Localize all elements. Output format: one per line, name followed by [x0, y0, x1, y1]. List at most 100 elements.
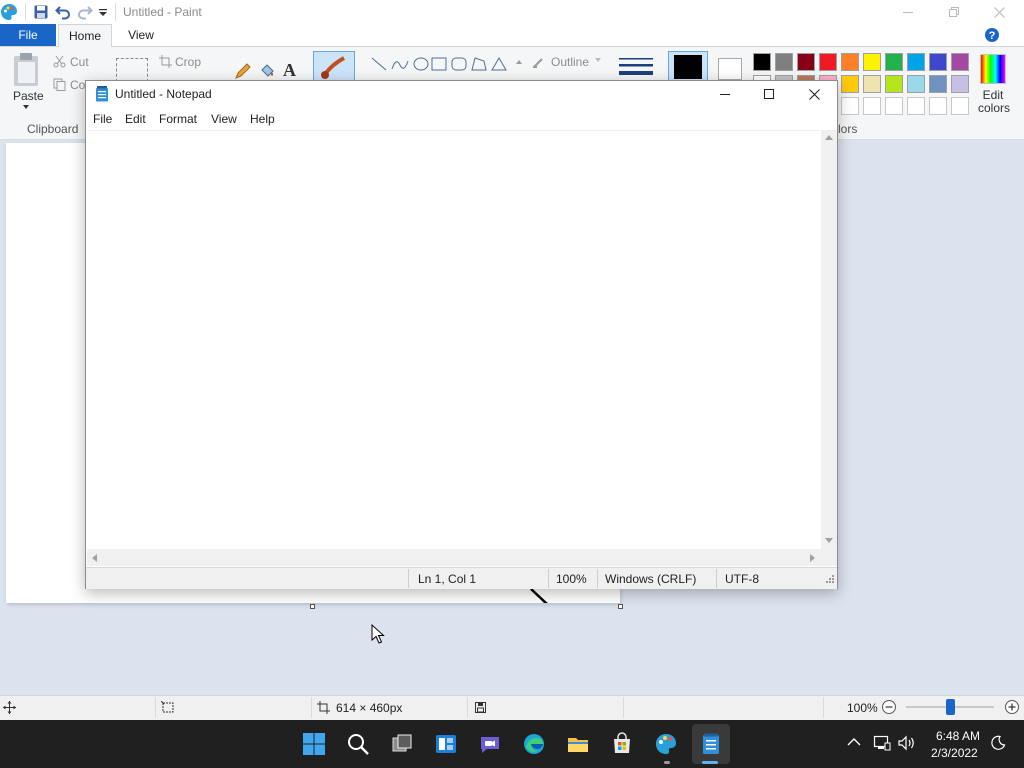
scroll-down-icon[interactable] [825, 538, 833, 544]
tab-home[interactable]: Home [58, 24, 112, 47]
file-explorer-icon[interactable] [564, 730, 592, 758]
volume-icon[interactable] [898, 735, 916, 751]
vertical-scrollbar[interactable] [821, 130, 837, 549]
menu-help[interactable]: Help [250, 112, 275, 126]
color-1-button[interactable] [668, 51, 708, 83]
widgets-icon[interactable] [432, 730, 460, 758]
status-divider [823, 697, 824, 718]
zoom-in-button[interactable] [1004, 699, 1020, 715]
color-swatch[interactable] [929, 53, 947, 71]
network-icon[interactable] [873, 735, 891, 751]
line-size-icon[interactable] [619, 56, 653, 80]
color-swatch[interactable] [775, 53, 793, 71]
scrollbar-corner [821, 549, 837, 566]
color-swatch[interactable] [907, 75, 925, 93]
status-divider [623, 697, 624, 718]
custom-color-slot[interactable] [841, 97, 859, 115]
paint-close-button[interactable] [976, 0, 1022, 24]
fill-bucket-icon[interactable] [258, 62, 276, 80]
zoom-level-text: 100% [847, 701, 878, 715]
start-button[interactable] [300, 730, 328, 758]
color-swatch[interactable] [885, 53, 903, 71]
save-icon[interactable] [33, 4, 49, 20]
redo-icon[interactable] [77, 4, 93, 20]
mouse-cursor-icon [371, 624, 385, 644]
custom-color-slot[interactable] [907, 97, 925, 115]
zoom-out-button[interactable] [881, 699, 897, 715]
color-swatch[interactable] [863, 53, 881, 71]
notepad-app-icon[interactable] [95, 86, 109, 102]
custom-color-slot[interactable] [885, 97, 903, 115]
show-hidden-icons-icon[interactable] [847, 737, 861, 747]
custom-color-slot[interactable] [929, 97, 947, 115]
paint-restore-button[interactable] [931, 0, 977, 24]
paste-button[interactable]: Paste [13, 89, 44, 103]
scroll-right-icon[interactable] [810, 554, 816, 562]
color-swatch[interactable] [841, 53, 859, 71]
paint-taskbar-icon[interactable] [652, 730, 680, 758]
color-swatch[interactable] [863, 75, 881, 93]
color-swatch[interactable] [753, 53, 771, 71]
clock-time[interactable]: 6:48 AM [936, 729, 980, 743]
horizontal-scrollbar[interactable] [87, 549, 821, 566]
color-swatch[interactable] [819, 53, 837, 71]
color-swatch[interactable] [841, 75, 859, 93]
cursor-position-text: Ln 1, Col 1 [418, 572, 477, 586]
paste-icon[interactable] [12, 52, 42, 88]
notepad-close-button[interactable] [791, 81, 837, 107]
resize-grip-icon[interactable] [825, 574, 835, 584]
color-2-button[interactable] [718, 58, 742, 80]
canvas-resize-handle-corner[interactable] [618, 604, 623, 609]
shapes-gallery[interactable] [370, 55, 510, 77]
microsoft-store-icon[interactable] [608, 730, 636, 758]
brushes-button[interactable] [313, 51, 355, 81]
color-swatch[interactable] [885, 75, 903, 93]
menu-format[interactable]: Format [159, 112, 197, 126]
search-icon[interactable] [344, 730, 372, 758]
help-icon[interactable]: ? [984, 27, 1000, 43]
crop-button[interactable]: Crop [175, 55, 201, 69]
outline-dropdown[interactable]: Outline [551, 55, 589, 69]
scroll-left-icon[interactable] [91, 554, 97, 562]
color-swatch[interactable] [929, 75, 947, 93]
shapes-scroll-icon[interactable] [514, 55, 524, 77]
paint-app-icon[interactable] [0, 3, 18, 21]
menu-edit[interactable]: Edit [125, 112, 146, 126]
select-tool-icon[interactable] [116, 58, 148, 82]
clock-date[interactable]: 2/3/2022 [931, 746, 978, 760]
notepad-maximize-button[interactable] [746, 81, 792, 107]
color-swatch[interactable] [951, 53, 969, 71]
color-swatch[interactable] [951, 75, 969, 93]
paint-minimize-button[interactable] [885, 0, 931, 24]
notepad-text-area[interactable] [87, 130, 820, 550]
paint-running-indicator [664, 761, 670, 764]
menu-file[interactable]: File [93, 112, 112, 126]
color-swatch[interactable] [797, 53, 815, 71]
canvas-resize-handle-bottom[interactable] [310, 604, 315, 609]
colors-group-label: lors [838, 122, 858, 136]
custom-color-slot[interactable] [863, 97, 881, 115]
task-view-icon[interactable] [388, 730, 416, 758]
teams-chat-icon[interactable] [476, 730, 504, 758]
tab-view[interactable]: View [116, 24, 166, 46]
text-tool-icon[interactable]: A [283, 60, 296, 81]
edge-browser-icon[interactable] [520, 730, 548, 758]
image-size-icon [317, 701, 331, 714]
paste-dropdown-icon[interactable] [22, 104, 30, 110]
scroll-up-icon[interactable] [825, 134, 833, 140]
pencil-icon[interactable] [234, 62, 252, 80]
custom-color-slot[interactable] [951, 97, 969, 115]
cut-button[interactable]: Cut [70, 55, 89, 69]
notepad-minimize-button[interactable] [702, 81, 748, 107]
zoom-slider-thumb[interactable] [946, 699, 955, 715]
tab-file[interactable]: File [0, 24, 56, 46]
edit-colors-button[interactable]: Edit colors [978, 89, 1010, 115]
edit-colors-icon[interactable] [980, 54, 1006, 84]
quick-access-dropdown-icon[interactable] [97, 4, 109, 20]
undo-icon[interactable] [55, 4, 71, 20]
menu-view[interactable]: View [211, 112, 237, 126]
color-swatch[interactable] [907, 53, 925, 71]
focus-assist-icon[interactable] [990, 735, 1006, 751]
copy-button[interactable]: Co [70, 78, 85, 92]
notepad-taskbar-icon[interactable] [697, 730, 725, 758]
